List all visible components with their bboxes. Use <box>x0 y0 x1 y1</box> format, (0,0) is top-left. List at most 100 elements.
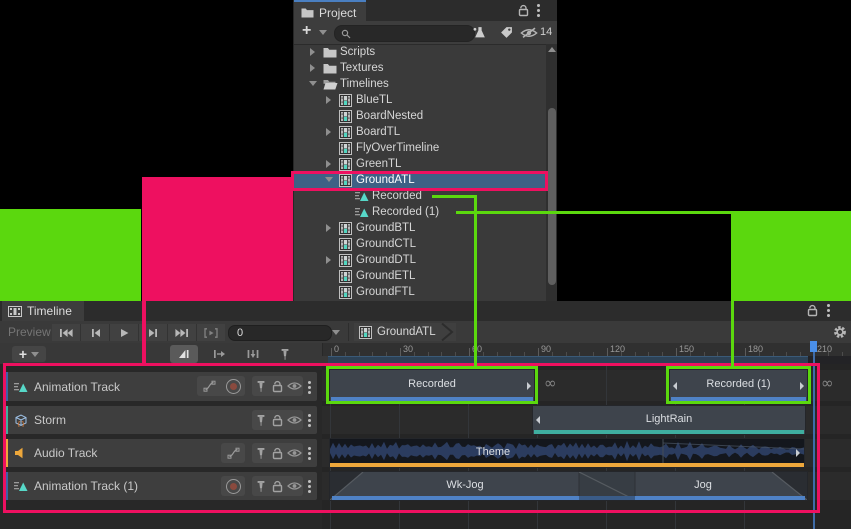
tree-item-label: Textures <box>340 62 383 74</box>
tab-project[interactable]: Project <box>294 0 366 23</box>
timeline-toolbar: Preview 0 GroundATL <box>0 321 851 344</box>
ruler-tick-label: 210 <box>817 344 832 354</box>
menu-kebab-icon[interactable] <box>537 9 540 12</box>
transport-controls <box>52 324 225 341</box>
tab-timeline[interactable]: Timeline <box>2 301 84 321</box>
timeline-asset-icon <box>359 326 372 339</box>
lock-icon[interactable] <box>517 4 530 17</box>
annotation-green-box-recorded-clip <box>326 366 538 404</box>
timeline-icon <box>339 94 352 107</box>
add-track-button[interactable]: + <box>12 346 46 362</box>
tree-item-grounddtl[interactable]: GroundDTL <box>294 252 546 268</box>
preview-toggle[interactable]: Preview <box>8 325 51 339</box>
menu-kebab-icon[interactable] <box>827 309 830 312</box>
search-icon <box>341 29 351 39</box>
ruler-major-tick <box>331 348 332 356</box>
annotation-green-block-right <box>731 211 851 301</box>
add-asset-button[interactable]: + <box>302 24 311 38</box>
tree-item-label: Recorded (1) <box>372 206 439 218</box>
tree-item-label: GroundETL <box>356 270 415 282</box>
expand-arrow-icon[interactable] <box>326 224 331 232</box>
tree-item-label: Scripts <box>340 46 375 58</box>
annotation-green-line-recorded-h <box>432 195 477 198</box>
toolbar-separator <box>348 323 349 341</box>
expand-arrow-icon[interactable] <box>326 128 331 136</box>
folder-icon <box>323 46 337 58</box>
play-range-button[interactable] <box>197 324 225 341</box>
timeline-icon <box>339 222 352 235</box>
ruler-tick-label: 30 <box>403 344 413 354</box>
lock-icon[interactable] <box>806 304 819 317</box>
annotation-green-line-recorded-v <box>474 195 477 366</box>
timeline-icon <box>339 254 352 267</box>
annotation-green-box-recorded1-clip <box>666 366 811 404</box>
timeline-icon <box>339 238 352 251</box>
track-toolbar: + <box>0 343 322 364</box>
search-by-type-icon[interactable] <box>473 26 487 39</box>
tree-item-groundctl[interactable]: GroundCTL <box>294 236 546 252</box>
timeline-icon <box>339 286 352 299</box>
ruler-major-tick <box>607 348 608 356</box>
tree-item-label: BoardNested <box>356 110 423 122</box>
tree-item-bluetl[interactable]: BlueTL <box>294 92 546 108</box>
hidden-packages-eye-icon[interactable] <box>520 27 538 39</box>
expand-arrow-icon[interactable] <box>326 96 331 104</box>
tree-item-groundbtl[interactable]: GroundBTL <box>294 220 546 236</box>
tree-item-label: BlueTL <box>356 94 392 106</box>
timeline-tab-bar: Timeline <box>0 301 851 321</box>
ruler-major-tick <box>538 348 539 356</box>
timeline-window-icon <box>8 306 22 317</box>
tree-item-scripts[interactable]: Scripts <box>294 44 546 60</box>
annotation-pink-connector-line <box>142 301 146 363</box>
expand-arrow-icon[interactable] <box>326 160 331 168</box>
time-ruler[interactable]: 0306090120150180210 <box>322 343 851 356</box>
annotation-green-line-recorded1-h <box>456 211 851 214</box>
tree-item-label: Timelines <box>340 78 389 90</box>
add-asset-caret-icon[interactable] <box>319 30 327 35</box>
ruler-tick-label: 90 <box>541 344 551 354</box>
scroll-up-icon[interactable] <box>548 47 556 52</box>
replace-mode-button[interactable] <box>239 345 267 363</box>
collapse-arrow-icon[interactable] <box>309 81 317 86</box>
ruler-tick-label: 120 <box>610 344 625 354</box>
goto-end-button[interactable] <box>168 324 196 341</box>
breadcrumb-chevron-icon <box>441 323 454 341</box>
frame-number-field[interactable]: 0 <box>228 325 332 341</box>
mix-mode-button[interactable] <box>170 345 198 363</box>
previous-frame-button[interactable] <box>81 324 109 341</box>
ruler-tick-label: 150 <box>679 344 694 354</box>
gear-icon[interactable] <box>833 325 847 339</box>
expand-arrow-icon[interactable] <box>310 64 315 72</box>
tree-item-timelines[interactable]: Timelines <box>294 76 546 92</box>
ruler-tick-label: 0 <box>334 344 339 354</box>
search-box[interactable] <box>334 25 475 42</box>
breadcrumb[interactable]: GroundATL <box>354 323 456 341</box>
tree-item-boardtl[interactable]: BoardTL <box>294 124 546 140</box>
expand-arrow-icon[interactable] <box>310 48 315 56</box>
ripple-mode-button[interactable] <box>205 345 233 363</box>
goto-start-button[interactable] <box>52 324 80 341</box>
add-track-plus: + <box>19 346 27 362</box>
play-button[interactable] <box>110 324 138 341</box>
scrollbar-thumb[interactable] <box>548 108 556 285</box>
tree-item-greentl[interactable]: GreenTL <box>294 156 546 172</box>
tree-item-flyovertimeline[interactable]: FlyOverTimeline <box>294 140 546 156</box>
timeline-icon <box>339 158 352 171</box>
search-by-label-icon[interactable] <box>500 26 513 39</box>
add-track-caret-icon <box>31 352 39 357</box>
expand-arrow-icon[interactable] <box>326 256 331 264</box>
folder-icon <box>301 7 314 18</box>
tree-item-groundetl[interactable]: GroundETL <box>294 268 546 284</box>
tree-item-groundftl[interactable]: GroundFTL <box>294 284 546 300</box>
tree-item-boardnested[interactable]: BoardNested <box>294 108 546 124</box>
marker-pin-toggle[interactable] <box>274 345 296 363</box>
tree-item-label: GroundFTL <box>356 286 415 298</box>
frame-field-caret-icon[interactable] <box>332 330 340 335</box>
timeline-icon <box>339 270 352 283</box>
tree-item-textures[interactable]: Textures <box>294 60 546 76</box>
playhead-handle[interactable] <box>810 341 817 352</box>
tree-item-label: GroundDTL <box>356 254 416 266</box>
timeline-icon <box>339 126 352 139</box>
search-input[interactable] <box>355 28 468 40</box>
project-panel: Project + 14 <box>293 0 557 301</box>
